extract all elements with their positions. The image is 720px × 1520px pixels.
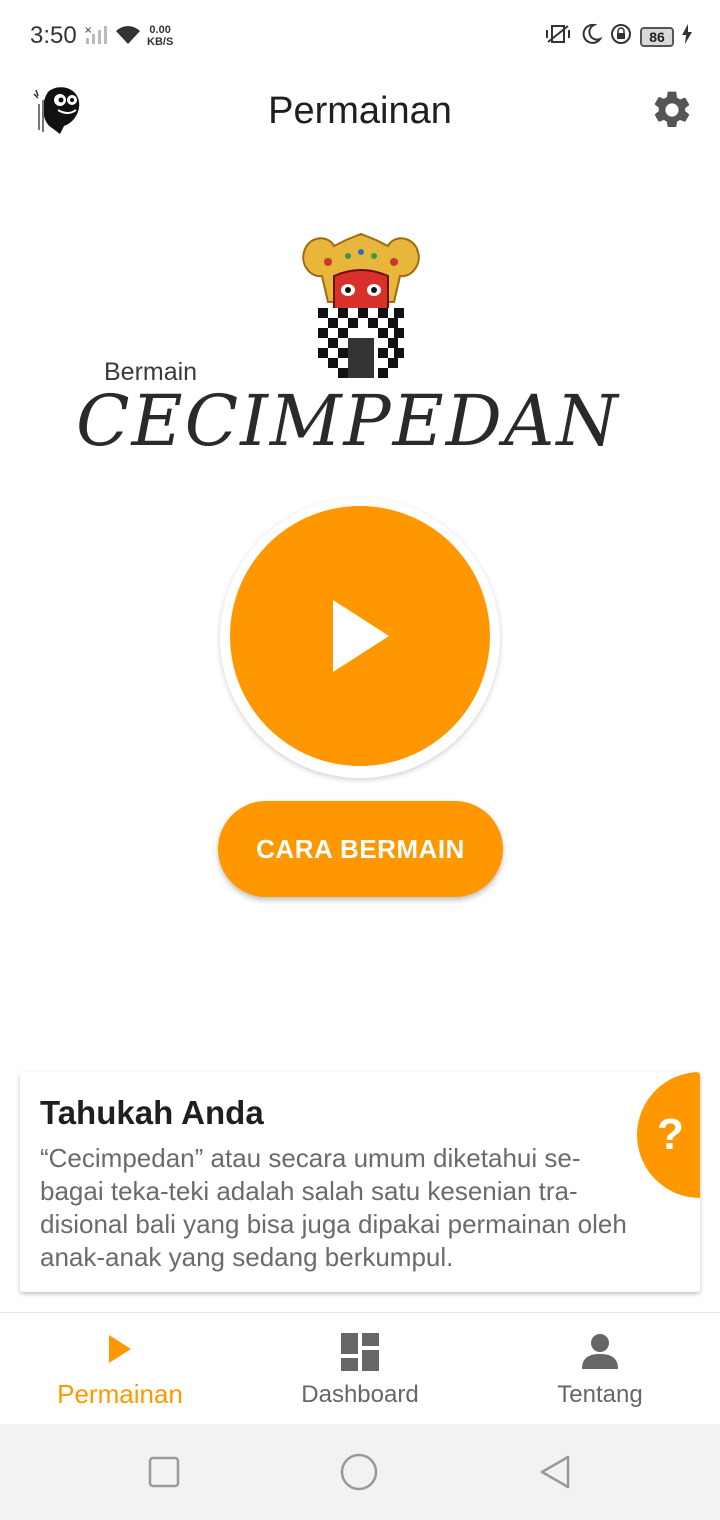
- play-button[interactable]: [230, 506, 490, 766]
- person-icon: [480, 1333, 720, 1374]
- nav-label-dashboard: Dashboard: [301, 1381, 419, 1408]
- settings-gear-icon[interactable]: [650, 88, 694, 137]
- status-time: 3:50: [30, 22, 77, 49]
- nav-label-tentang: Tentang: [557, 1381, 643, 1408]
- charging-icon: [682, 24, 692, 49]
- bottom-navigation: Permainan Dashboard Tentang: [0, 1312, 720, 1424]
- status-right-icons: 86: [544, 22, 692, 51]
- how-to-play-button[interactable]: CARA BERMAIN: [218, 801, 503, 897]
- system-navigation-bar: [0, 1424, 720, 1520]
- signal-icon: ×: [84, 24, 110, 51]
- play-icon: [333, 600, 389, 672]
- moon-icon: [580, 23, 603, 50]
- back-icon[interactable]: [538, 1454, 572, 1495]
- status-bar: 3:50 × 0.00 KB/S 86: [0, 0, 720, 74]
- card-body: “Cecimpedan” atau secara umum diketahui …: [40, 1143, 627, 1272]
- did-you-know-card: Tahukah Anda “Cecimpedan” atau secara um…: [20, 1072, 700, 1292]
- wifi-icon: [114, 24, 142, 51]
- page-title: Permainan: [268, 90, 452, 132]
- nav-item-tentang[interactable]: Tentang: [480, 1313, 720, 1425]
- barong-mask-illustration: [298, 232, 424, 387]
- play-icon: [0, 1333, 240, 1370]
- network-speed-value: 0.00: [149, 24, 171, 36]
- svg-text:×: ×: [84, 25, 92, 36]
- rotation-lock-icon: [610, 23, 632, 50]
- nav-item-dashboard[interactable]: Dashboard: [240, 1313, 480, 1425]
- hero-logo-word: CECIMPEDAN: [76, 380, 620, 462]
- nav-label-permainan: Permainan: [57, 1379, 183, 1409]
- nav-item-permainan[interactable]: Permainan: [0, 1313, 240, 1425]
- app-bar: Permainan: [0, 74, 720, 150]
- question-mark-icon: ?: [657, 1110, 684, 1159]
- vibrate-icon: [544, 22, 572, 51]
- home-icon[interactable]: [340, 1453, 378, 1496]
- card-title: Tahukah Anda: [40, 1094, 264, 1131]
- dashboard-icon: [240, 1333, 480, 1376]
- recent-apps-icon[interactable]: [148, 1456, 180, 1493]
- network-speed-unit: KB/S: [147, 36, 174, 48]
- network-speed: 0.00 KB/S: [147, 24, 173, 48]
- battery-indicator: 86: [640, 26, 674, 47]
